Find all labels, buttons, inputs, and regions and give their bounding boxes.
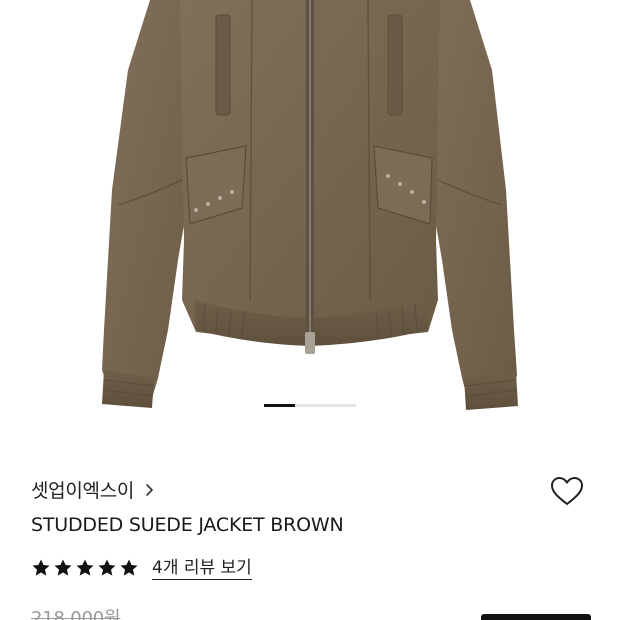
star-filled-icon bbox=[97, 558, 117, 578]
star-filled-icon bbox=[119, 558, 139, 578]
brand-name: 셋업이엑스이 bbox=[31, 479, 135, 502]
original-price: 218,000원 bbox=[31, 608, 121, 620]
indicator-active-segment bbox=[264, 404, 295, 407]
buy-button[interactable] bbox=[481, 614, 591, 620]
star-filled-icon bbox=[31, 558, 51, 578]
product-title: STUDDED SUEDE JACKET BROWN bbox=[31, 514, 344, 536]
image-carousel-indicator bbox=[264, 404, 356, 407]
chevron-right-icon bbox=[144, 482, 156, 496]
jacket-photo bbox=[102, 0, 518, 410]
brand-link[interactable]: 셋업이엑스이 bbox=[31, 476, 156, 502]
star-rating bbox=[31, 558, 139, 578]
product-image-gallery[interactable] bbox=[0, 0, 620, 440]
star-filled-icon bbox=[75, 558, 95, 578]
rating-row: 4개 리뷰 보기 bbox=[31, 555, 252, 581]
wishlist-button[interactable] bbox=[548, 474, 586, 512]
view-reviews-link[interactable]: 4개 리뷰 보기 bbox=[152, 557, 252, 580]
heart-outline-icon bbox=[549, 475, 585, 511]
star-filled-icon bbox=[53, 558, 73, 578]
